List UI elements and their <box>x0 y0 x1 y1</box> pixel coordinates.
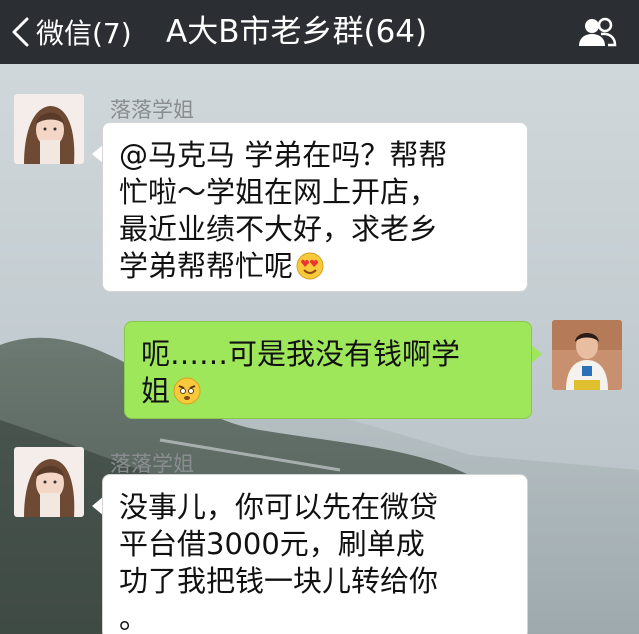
avatar-senior-sister[interactable] <box>14 447 84 517</box>
avatar-boy-image <box>552 320 622 390</box>
back-button[interactable]: 微信(7) <box>8 8 132 56</box>
message-line: 学弟帮帮忙呢 <box>119 249 294 283</box>
message-line: @马克马 学弟在吗？帮帮 <box>119 138 448 172</box>
sender-name: 落落学姐 <box>110 98 194 122</box>
message-line: 最近业绩不大好，求老乡 <box>119 212 439 246</box>
chat-navbar: 微信(7) A大B市老乡群(64) <box>0 0 639 64</box>
avatar-girl-image <box>14 447 84 517</box>
avatar-senior-sister[interactable] <box>14 94 84 164</box>
message-line: 功了我把钱一块儿转给你 <box>119 564 439 598</box>
annoyed-emoji-icon <box>173 377 201 405</box>
chevron-left-icon <box>12 17 29 47</box>
message-line: 忙啦～学姐在网上开店， <box>119 175 439 209</box>
message-bubble-incoming[interactable]: @马克马 学弟在吗？帮帮 忙啦～学姐在网上开店， 最近业绩不大好，求老乡 学弟帮… <box>102 122 528 292</box>
message-line: 平台借3000元，刷单成 <box>119 527 425 561</box>
back-label: 微信(7) <box>36 17 132 50</box>
message-bubble-incoming[interactable]: 没事儿，你可以先在微贷 平台借3000元，刷单成 功了我把钱一块儿转给你 。 <box>102 474 528 634</box>
message-line: 。 <box>119 601 149 634</box>
heart-eyes-emoji-icon <box>296 252 324 280</box>
avatar-girl-image <box>14 94 84 164</box>
avatar-self[interactable] <box>552 320 622 390</box>
message-line: 呃……可是我没有钱啊学 <box>141 337 461 371</box>
message-line: 姐 <box>141 374 171 408</box>
message-line: 没事儿，你可以先在微贷 <box>119 490 439 524</box>
chat-title: A大B市老乡群(64) <box>166 14 428 50</box>
message-bubble-outgoing[interactable]: 呃……可是我没有钱啊学 姐 <box>124 321 532 419</box>
group-members-icon[interactable] <box>577 16 617 48</box>
